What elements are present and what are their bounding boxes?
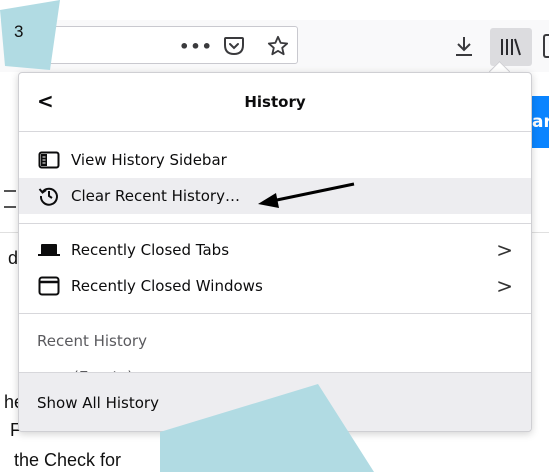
- step-badge: 3: [14, 22, 24, 41]
- decorative-overlay: [0, 0, 374, 472]
